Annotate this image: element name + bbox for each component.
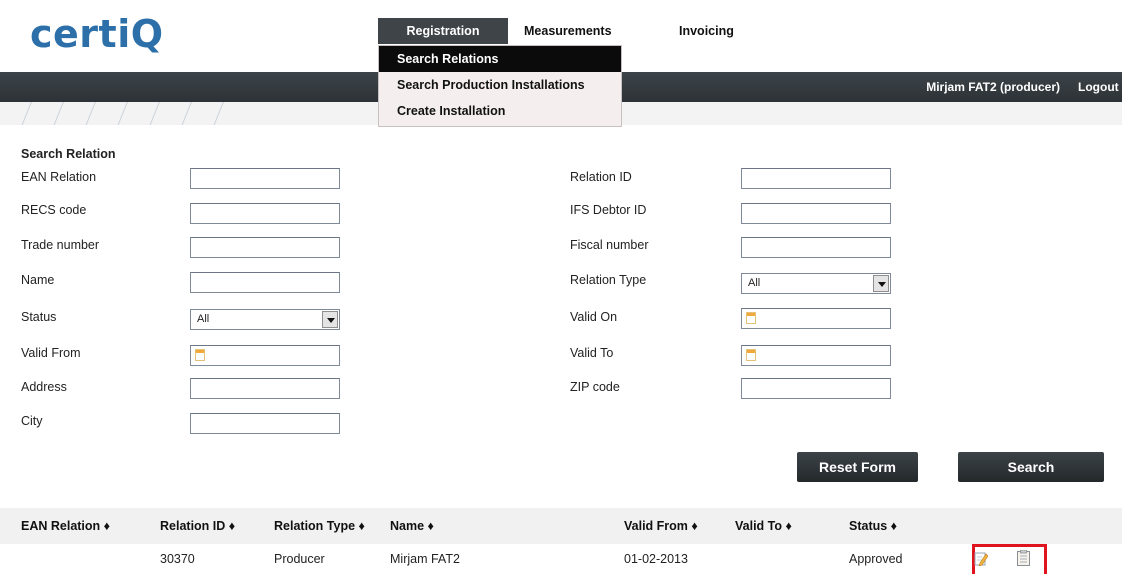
decor-slash	[20, 102, 33, 125]
label-fiscal-number: Fiscal number	[570, 238, 649, 252]
label-relation-type: Relation Type	[570, 273, 647, 287]
recs-code-input[interactable]	[190, 203, 340, 224]
label-ifs-debtor-id: IFS Debtor ID	[570, 203, 647, 217]
relation-id-input[interactable]	[741, 168, 891, 189]
label-ean-relation: EAN Relation	[21, 170, 97, 184]
label-trade-number: Trade number	[21, 238, 100, 252]
decor-slash	[212, 102, 225, 125]
ean-relation-input[interactable]	[190, 168, 340, 189]
decor-slash	[148, 102, 161, 125]
label-address: Address	[21, 380, 67, 394]
calendar-icon[interactable]	[195, 349, 205, 361]
results-table-header: EAN Relation ♦ Relation ID ♦ Relation Ty…	[0, 508, 1122, 544]
city-input[interactable]	[190, 413, 340, 434]
label-valid-on: Valid On	[570, 310, 618, 324]
calendar-icon[interactable]	[746, 349, 756, 361]
menu-item-search-relations[interactable]: Search Relations	[379, 46, 621, 72]
decor-slash	[84, 102, 97, 125]
label-name: Name	[21, 273, 55, 287]
label-recs-code: RECS code	[21, 203, 87, 217]
reset-form-button[interactable]: Reset Form	[797, 452, 918, 482]
column-header-name[interactable]: Name ♦	[390, 508, 434, 544]
valid-to-input[interactable]	[741, 345, 891, 366]
valid-from-input[interactable]	[190, 345, 340, 366]
search-button[interactable]: Search	[958, 452, 1104, 482]
column-header-relation-type[interactable]: Relation Type ♦	[274, 508, 365, 544]
chevron-down-icon[interactable]	[322, 311, 338, 328]
certiq-logo: certiQ	[30, 12, 164, 56]
address-input[interactable]	[190, 378, 340, 399]
cell-relation-id: 30370	[160, 552, 195, 566]
cell-name: Mirjam FAT2	[390, 552, 460, 566]
column-header-status[interactable]: Status ♦	[849, 508, 897, 544]
decor-slash	[52, 102, 65, 125]
registration-dropdown-menu: Search Relations Search Production Insta…	[378, 45, 622, 127]
calendar-icon[interactable]	[746, 312, 756, 324]
relation-type-select-value: All	[748, 277, 761, 289]
status-select[interactable]: All	[190, 309, 340, 330]
menu-item-search-production-installations[interactable]: Search Production Installations	[379, 72, 621, 98]
cell-valid-from: 01-02-2013	[624, 552, 688, 566]
decor-slash	[180, 102, 193, 125]
label-city: City	[21, 414, 43, 428]
cell-relation-type: Producer	[274, 552, 325, 566]
name-input[interactable]	[190, 272, 340, 293]
menu-item-create-installation[interactable]: Create Installation	[379, 98, 621, 124]
column-header-relation-id[interactable]: Relation ID ♦	[160, 508, 235, 544]
trade-number-input[interactable]	[190, 237, 340, 258]
decor-slash	[116, 102, 129, 125]
ifs-debtor-id-input[interactable]	[741, 203, 891, 224]
cell-status: Approved	[849, 552, 903, 566]
form-title: Search Relation	[21, 147, 116, 161]
column-header-ean-relation[interactable]: EAN Relation ♦	[21, 508, 110, 544]
relation-type-select[interactable]: All	[741, 273, 891, 294]
column-header-valid-to[interactable]: Valid To ♦	[735, 508, 792, 544]
label-zip-code: ZIP code	[570, 380, 620, 394]
label-valid-from: Valid From	[21, 346, 81, 360]
chevron-down-icon[interactable]	[873, 275, 889, 292]
status-select-value: All	[197, 313, 210, 325]
nav-registration[interactable]: Registration	[378, 18, 508, 44]
edit-icon[interactable]	[974, 551, 988, 566]
label-valid-to: Valid To	[570, 346, 614, 360]
clipboard-icon[interactable]	[1017, 550, 1030, 566]
nav-invoicing[interactable]: Invoicing	[679, 18, 734, 44]
label-status: Status	[21, 310, 57, 324]
zip-code-input[interactable]	[741, 378, 891, 399]
fiscal-number-input[interactable]	[741, 237, 891, 258]
user-name: Mirjam FAT2 (producer)	[926, 80, 1060, 94]
column-header-valid-from[interactable]: Valid From ♦	[624, 508, 698, 544]
nav-measurements[interactable]: Measurements	[524, 18, 612, 44]
label-relation-id: Relation ID	[570, 170, 632, 184]
valid-on-input[interactable]	[741, 308, 891, 329]
logout-link[interactable]: Logout	[1078, 72, 1122, 102]
